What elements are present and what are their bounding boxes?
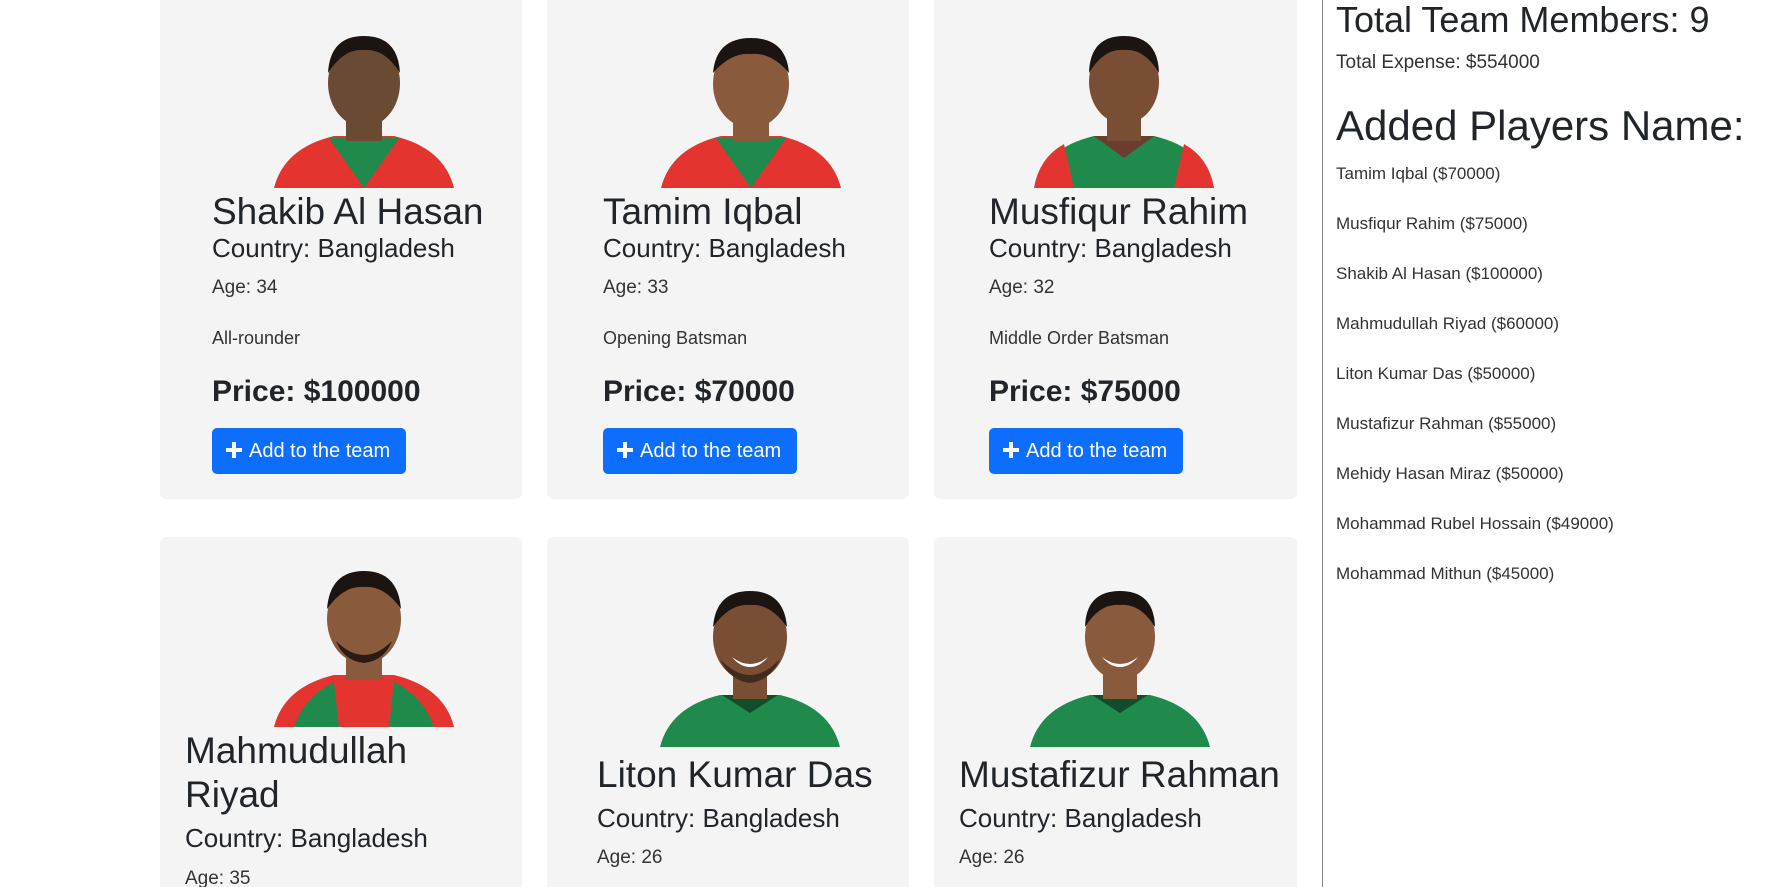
player-price: Price: $70000 [603,375,795,408]
player-age: Age: 35 [185,868,251,887]
player-name: Musfiqur Rahim [989,191,1249,232]
player-age: Age: 33 [603,277,669,298]
player-card-mustafizur: Mustafizur Rahman Country: Bangladesh Ag… [934,537,1297,887]
list-item: Tamim Iqbal ($70000) [1336,164,1501,183]
player-card-mahmudullah: Mahmudullah Riyad Country: Bangladesh Ag… [160,537,522,887]
team-summary-sidebar: Total Team Members: 9 Total Expense: $55… [1322,0,1787,887]
total-expense: Total Expense: $554000 [1336,52,1540,73]
list-item: Mahmudullah Riyad ($60000) [1336,314,1560,333]
player-photo [234,557,494,727]
player-name-line1: Mahmudullah [185,730,408,771]
list-item: Mehidy Hasan Miraz ($50000) [1336,464,1564,483]
player-photo [994,18,1254,188]
list-item: Liton Kumar Das ($50000) [1336,364,1536,383]
player-role: Opening Batsman [603,328,748,348]
player-country: Country: Bangladesh [989,233,1232,263]
player-card-liton: Liton Kumar Das Country: Bangladesh Age:… [547,537,909,887]
player-age: Age: 32 [989,277,1055,298]
add-to-team-button[interactable]: Add to the team [212,428,407,474]
player-country: Country: Bangladesh [597,803,840,833]
add-to-team-button[interactable]: Add to the team [603,428,798,474]
list-item: Shakib Al Hasan ($100000) [1336,264,1543,283]
player-age: Age: 26 [597,847,663,868]
add-button-label: Add to the team [640,440,782,462]
player-photo [234,18,494,188]
player-card-musfiqur: Musfiqur Rahim Country: Bangladesh Age: … [934,0,1297,499]
add-button-label: Add to the team [249,440,391,462]
player-age: Age: 26 [959,847,1025,868]
plus-icon [617,442,633,458]
player-age: Age: 34 [212,277,278,298]
player-name: Tamim Iqbal [603,191,803,232]
add-to-team-button[interactable]: Add to the team [989,428,1184,474]
player-price: Price: $100000 [212,375,421,408]
player-photo [621,18,881,188]
player-price: Price: $75000 [989,375,1181,408]
player-name: Shakib Al Hasan [212,191,484,232]
player-country: Country: Bangladesh [185,823,428,853]
total-team-members: Total Team Members: 9 [1336,0,1710,40]
added-players-heading: Added Players Name: [1336,102,1745,149]
added-players-list: Tamim Iqbal ($70000) Musfiqur Rahim ($75… [1336,163,1614,613]
add-button-label: Add to the team [1026,440,1168,462]
player-country: Country: Bangladesh [959,803,1202,833]
player-card-tamim: Tamim Iqbal Country: Bangladesh Age: 33 … [547,0,909,499]
player-country: Country: Bangladesh [212,233,455,263]
plus-icon [1003,442,1019,458]
list-item: Mustafizur Rahman ($55000) [1336,414,1557,433]
player-role: Middle Order Batsman [989,328,1170,348]
plus-icon [226,442,242,458]
player-country: Country: Bangladesh [603,233,846,263]
player-photo [990,577,1250,747]
list-item: Musfiqur Rahim ($75000) [1336,214,1528,233]
player-name-line2: Riyad [185,774,280,815]
page: Shakib Al Hasan Country: Bangladesh Age:… [0,0,1787,887]
player-photo [620,577,880,747]
list-item: Mohammad Mithun ($45000) [1336,564,1555,583]
list-item: Mohammad Rubel Hossain ($49000) [1336,514,1614,533]
player-role: All-rounder [212,328,301,348]
player-card-shakib: Shakib Al Hasan Country: Bangladesh Age:… [160,0,522,499]
player-name: Mustafizur Rahman [959,754,1280,795]
player-name: Liton Kumar Das [597,754,873,795]
